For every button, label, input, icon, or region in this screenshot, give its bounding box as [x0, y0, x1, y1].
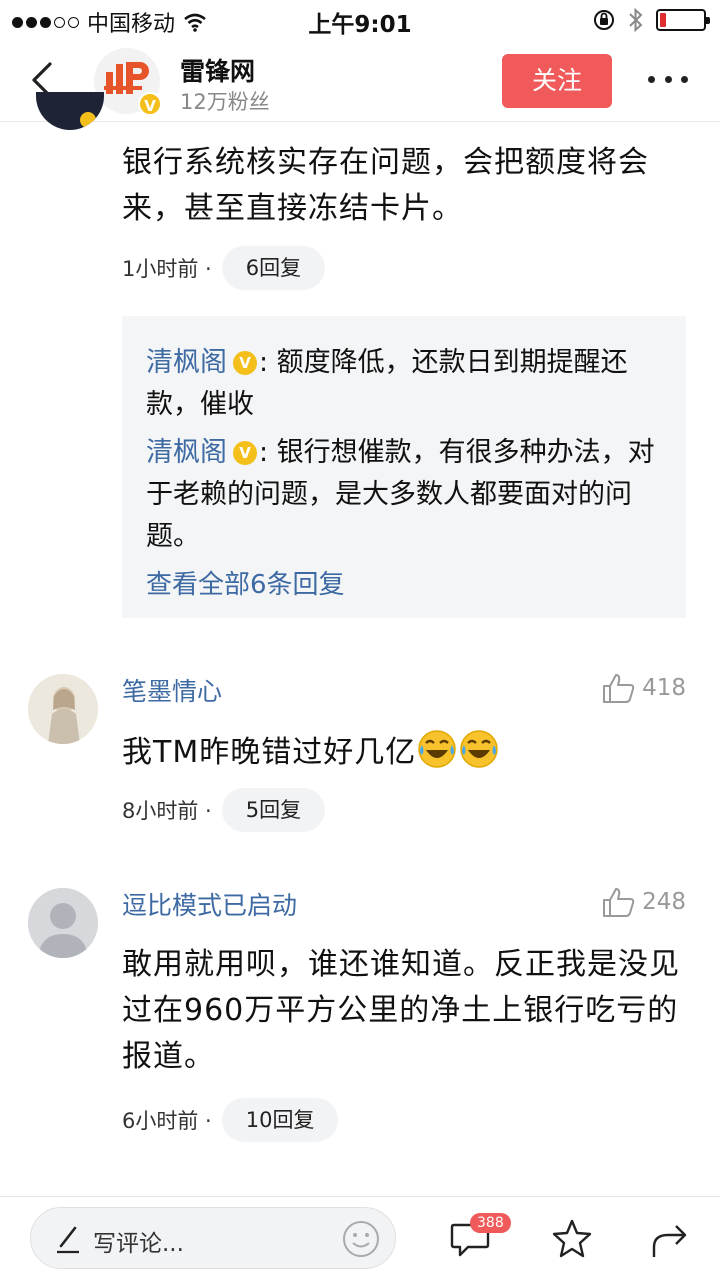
commenter-avatar[interactable]: [28, 888, 98, 958]
like-button[interactable]: 248: [602, 886, 686, 918]
commenter-avatar[interactable]: [36, 92, 104, 130]
comment-placeholder: 写评论...: [93, 1231, 184, 1257]
follow-button[interactable]: 关注: [502, 54, 612, 108]
comment-text: 银行系统核实存在问题，会把额度将会来，甚至直接冻结卡片。: [122, 145, 649, 226]
verified-badge-icon: V: [233, 441, 257, 465]
commenter-name[interactable]: 逗比模式已启动: [122, 886, 297, 922]
commenter-name[interactable]: 笔墨情心: [122, 672, 222, 708]
comment-time: 8小时前 ·: [122, 799, 212, 823]
reply-count-button[interactable]: 6回复: [221, 246, 326, 290]
article-header: V 雷锋网 12万粉丝 关注: [0, 40, 720, 122]
emoji-icon[interactable]: [341, 1219, 381, 1259]
view-all-replies-link[interactable]: 查看全部6条回复: [146, 564, 662, 601]
reply-count-button[interactable]: 10回复: [221, 1098, 339, 1142]
bluetooth-icon: [629, 7, 643, 33]
more-options-icon[interactable]: [648, 64, 688, 94]
thumbs-up-icon: [603, 888, 635, 917]
share-icon[interactable]: [648, 1217, 692, 1261]
reply-item: 清枫阁 V: 银行想催款，有很多种办法，对于老赖的问题，是大多数人都要面对的问题。: [146, 432, 662, 558]
default-user-avatar-icon: [28, 888, 98, 958]
reply-count-button[interactable]: 5回复: [221, 788, 326, 832]
comment-meta: 1小时前 · 6回复: [122, 246, 326, 290]
comment-count-badge: 388: [470, 1213, 511, 1233]
pen-icon: [57, 1226, 79, 1254]
battery-icon: [656, 9, 710, 31]
verified-badge: V: [138, 92, 162, 116]
follower-count: 12万粉丝: [180, 90, 270, 114]
bottom-toolbar: 写评论... 388: [0, 1196, 720, 1280]
like-count: 418: [642, 675, 686, 701]
comment-meta: 8小时前 · 5回复: [122, 788, 326, 832]
reply-item: 清枫阁 V: 额度降低，还款日到期提醒还款，催收: [146, 342, 662, 426]
verified-badge-icon: V: [233, 351, 257, 375]
publisher-name[interactable]: 雷锋网: [180, 52, 255, 88]
commenter-avatar[interactable]: [28, 674, 98, 744]
reply-user[interactable]: 清枫阁: [146, 437, 227, 468]
laugh-cry-emoji-icon: [460, 730, 498, 768]
comment-meta: 6小时前 · 10回复: [122, 1098, 339, 1142]
like-count: 248: [642, 889, 686, 915]
comment-time: 6小时前 ·: [122, 1109, 212, 1133]
star-icon[interactable]: [550, 1217, 594, 1261]
anime-girl-avatar-icon: [28, 674, 98, 744]
publisher-avatar[interactable]: V: [94, 48, 162, 116]
reply-preview[interactable]: 清枫阁 V: 额度降低，还款日到期提醒还款，催收 清枫阁 V: 银行想催款，有很多种…: [122, 316, 686, 618]
reply-user[interactable]: 清枫阁: [146, 347, 227, 378]
comment-text: 我TM昨晚错过好几亿: [122, 728, 692, 776]
comment-text-body: 我TM昨晚错过好几亿: [122, 735, 417, 770]
thumbs-up-icon: [603, 674, 635, 703]
write-comment-input[interactable]: 写评论...: [30, 1207, 396, 1269]
comment-text: 敢用就用呗，谁还谁知道。反正我是没见过在960万平方公里的净土上银行吃亏的报道。: [122, 947, 680, 1074]
like-button[interactable]: 418: [602, 672, 686, 704]
laugh-cry-emoji-icon: [418, 730, 456, 768]
battery-level: [660, 13, 666, 27]
comment-time: 1小时前 ·: [122, 257, 212, 281]
status-bar: 中国移动 上午9:01: [0, 0, 720, 40]
orientation-lock-icon: [594, 10, 614, 30]
